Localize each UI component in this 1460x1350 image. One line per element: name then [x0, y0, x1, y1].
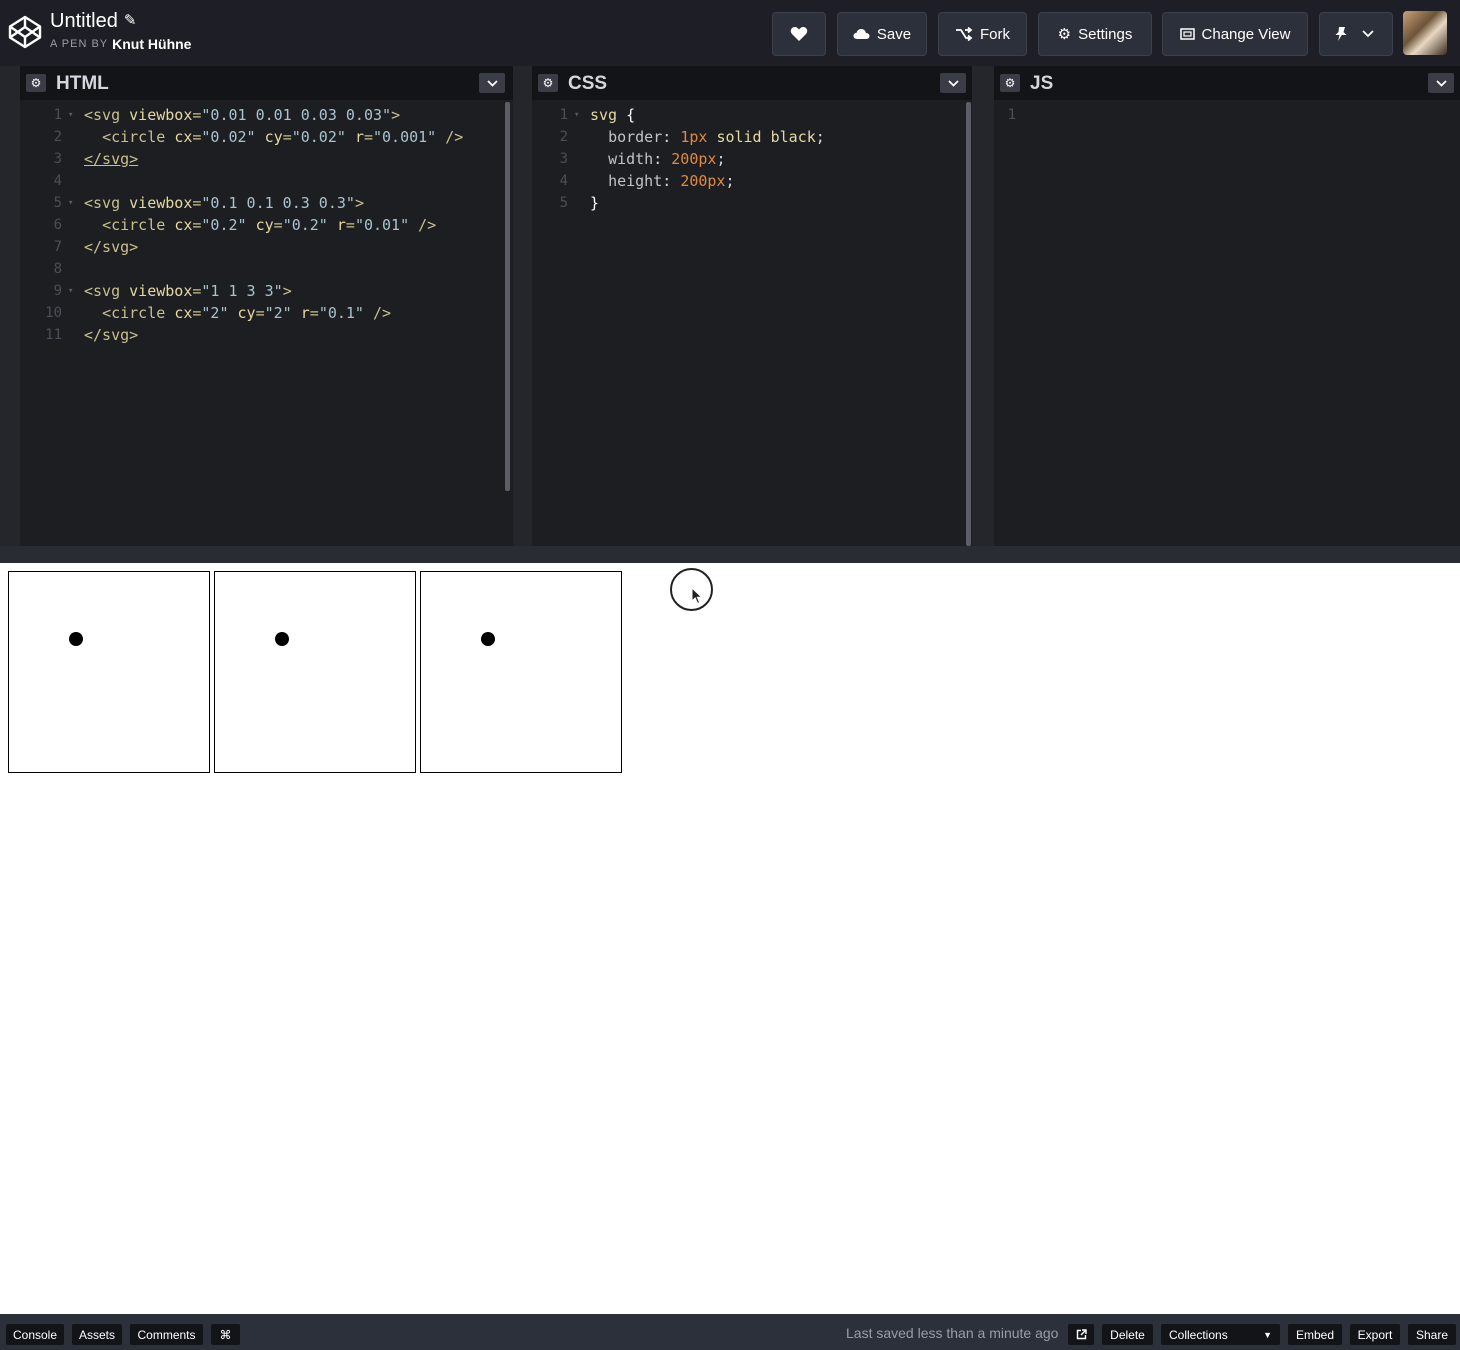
line-number: 1: [53, 107, 62, 123]
by-label: A PEN BY: [50, 38, 109, 50]
fold-arrow-icon[interactable]: ▾: [68, 192, 73, 214]
heart-icon: [790, 27, 808, 41]
fork-icon: [955, 27, 973, 41]
fold-arrow-icon[interactable]: ▾: [68, 280, 73, 302]
chevron-down-icon[interactable]: [1362, 30, 1374, 38]
line-number: 3: [559, 151, 568, 167]
js-panel-title: JS: [1030, 73, 1054, 94]
view-layout-icon: [1179, 28, 1195, 40]
caret-down-icon: ▼: [1263, 1329, 1272, 1340]
gear-icon: ⚙: [1057, 26, 1072, 43]
line-number: 7: [53, 239, 62, 255]
settings-button[interactable]: ⚙ Settings: [1038, 12, 1152, 56]
save-label: Save: [876, 25, 912, 43]
line-number: 4: [53, 173, 62, 189]
editor-area: ⚙ HTML 1 ▾ <svg viewbox="0.01 0.01 0.03 0.…: [0, 66, 1460, 546]
css-editor-panel: ⚙ CSS 1 ▾ svg { 2 border: 1px solid black;…: [532, 66, 972, 546]
line-number: 4: [559, 173, 568, 189]
js-settings-gear-icon[interactable]: ⚙: [1000, 74, 1020, 92]
line-number: 8: [53, 261, 62, 277]
css-panel-header: ⚙ CSS: [532, 66, 972, 100]
svg-preview-box: [420, 571, 622, 773]
js-panel-chevron-down-icon[interactable]: [1428, 73, 1454, 93]
pencil-icon[interactable]: ✎: [124, 11, 137, 31]
pen-title[interactable]: Untitled: [50, 9, 118, 33]
collections-label: Collections: [1169, 1327, 1228, 1342]
html-css-resize-handle[interactable]: [513, 66, 532, 546]
js-editor-panel: ⚙ JS 1: [994, 66, 1460, 546]
line-number: 1: [1007, 107, 1016, 123]
html-panel-chevron-down-icon[interactable]: [479, 73, 505, 93]
result-preview: [0, 563, 1460, 1314]
fork-button[interactable]: Fork: [938, 12, 1027, 56]
line-number: 2: [559, 129, 568, 145]
share-button[interactable]: Share: [1408, 1324, 1456, 1345]
circle-dot: [69, 632, 83, 646]
html-editor-scrollbar[interactable]: [505, 102, 510, 491]
js-code-editor[interactable]: 1: [994, 104, 1460, 126]
keyboard-shortcuts-button[interactable]: ⌘: [211, 1324, 240, 1345]
css-panel-title: CSS: [568, 73, 608, 94]
html-settings-gear-icon[interactable]: ⚙: [26, 74, 46, 92]
js-panel-header: ⚙ JS: [994, 66, 1460, 100]
collections-dropdown[interactable]: Collections ▼: [1161, 1324, 1280, 1345]
svg-preview-box: [8, 571, 210, 773]
html-panel-title: HTML: [56, 73, 109, 94]
save-button[interactable]: Save: [837, 12, 927, 56]
pin-icon: [1334, 26, 1348, 42]
circle-dot: [481, 632, 495, 646]
html-code-editor[interactable]: 1 ▾ <svg viewbox="0.01 0.01 0.03 0.03"> 2 …: [20, 104, 513, 346]
fold-arrow-icon[interactable]: ▾: [574, 104, 579, 126]
line-number: 5: [53, 195, 62, 211]
pen-title-block: Untitled ✎ A PEN BY Knut Hühne: [50, 9, 191, 52]
line-number: 9: [53, 283, 62, 299]
external-link-icon: [1076, 1329, 1087, 1340]
preview-resize-bar[interactable]: [0, 546, 1460, 563]
author-link[interactable]: Knut Hühne: [112, 36, 191, 52]
console-button[interactable]: Console: [6, 1324, 64, 1345]
line-number: 10: [45, 305, 62, 321]
css-js-resize-handle[interactable]: [972, 66, 994, 546]
line-number: 2: [53, 129, 62, 145]
pin-menu-button[interactable]: [1319, 12, 1393, 56]
circle-dot: [275, 632, 289, 646]
line-number: 11: [45, 327, 62, 343]
svg-preview-box: [214, 571, 416, 773]
last-saved-status: Last saved less than a minute ago: [846, 1325, 1059, 1341]
line-number: 6: [53, 217, 62, 233]
cloud-icon: [853, 28, 870, 40]
fork-label: Fork: [980, 25, 1010, 43]
user-avatar[interactable]: [1403, 11, 1447, 55]
css-settings-gear-icon[interactable]: ⚙: [538, 74, 558, 92]
assets-button[interactable]: Assets: [72, 1324, 122, 1345]
fold-arrow-icon[interactable]: ▾: [68, 104, 73, 126]
mouse-cursor-icon: [691, 587, 703, 605]
html-panel-header: ⚙ HTML: [20, 66, 513, 100]
top-header: Untitled ✎ A PEN BY Knut Hühne Save Fork…: [0, 0, 1460, 66]
delete-button[interactable]: Delete: [1102, 1324, 1153, 1345]
line-number: 5: [559, 195, 568, 211]
css-editor-scrollbar[interactable]: [966, 102, 971, 546]
css-code-editor[interactable]: 1 ▾ svg { 2 border: 1px solid black; 3 wid…: [532, 104, 972, 214]
html-editor-panel: ⚙ HTML 1 ▾ <svg viewbox="0.01 0.01 0.03 0.…: [20, 66, 513, 546]
line-number: 3: [53, 151, 62, 167]
external-link-button[interactable]: [1068, 1324, 1094, 1345]
css-panel-chevron-down-icon[interactable]: [940, 73, 966, 93]
change-view-label: Change View: [1201, 25, 1291, 43]
left-resize-handle[interactable]: [0, 66, 20, 546]
change-view-button[interactable]: Change View: [1162, 12, 1308, 56]
love-button[interactable]: [772, 12, 826, 56]
embed-button[interactable]: Embed: [1288, 1324, 1342, 1345]
codepen-logo-icon[interactable]: [8, 15, 42, 49]
bottom-toolbar: Console Assets Comments ⌘ Last saved les…: [0, 1314, 1460, 1350]
export-button[interactable]: Export: [1350, 1324, 1400, 1345]
comments-button[interactable]: Comments: [130, 1324, 203, 1345]
settings-label: Settings: [1078, 25, 1133, 43]
line-number: 1: [559, 107, 568, 123]
